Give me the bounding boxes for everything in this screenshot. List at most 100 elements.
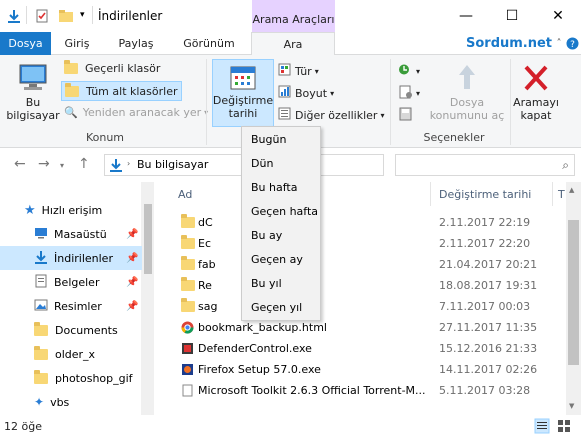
up-button[interactable]: ↑ bbox=[78, 156, 90, 172]
table-row[interactable]: fab 21.04.2017 20:21 bbox=[168, 254, 568, 275]
download-folder-icon bbox=[6, 8, 22, 24]
file-date: 15.12.2016 21:33 bbox=[439, 342, 538, 355]
size-button[interactable]: Boyut ▾ bbox=[278, 85, 334, 101]
table-row[interactable]: Microsoft Toolkit 2.6.3 Official Torrent… bbox=[168, 380, 568, 401]
sidebar-item-photoshop-gif[interactable]: photoshop_gif bbox=[0, 366, 142, 390]
chrome-icon bbox=[181, 321, 194, 337]
computer-icon bbox=[17, 63, 49, 96]
recent-locations-icon[interactable]: ▾ bbox=[60, 161, 64, 170]
navigation-pane: ★ Hızlı erişim Masaüstü 📌 İndirilenler 📌… bbox=[0, 182, 154, 415]
table-row[interactable]: Re 18.08.2017 19:31 bbox=[168, 275, 568, 296]
close-search-button[interactable]: Aramayı kapat bbox=[512, 63, 560, 122]
sidebar-item-label: Resimler bbox=[54, 299, 102, 313]
file-list: Ad Değiştirme tarihi T dC 2.11.2017 22:1… bbox=[168, 182, 568, 415]
sidebar-item-quick-access[interactable]: ★ Hızlı erişim bbox=[0, 198, 142, 222]
properties-icon[interactable] bbox=[34, 8, 50, 24]
menu-item-bu-ay[interactable]: Bu ay bbox=[251, 229, 282, 242]
sidebar-item-downloads[interactable]: İndirilenler 📌 bbox=[0, 246, 142, 270]
column-header-date[interactable]: Değiştirme tarihi bbox=[439, 188, 531, 201]
menu-item-gecen-hafta[interactable]: Geçen hafta bbox=[251, 205, 318, 218]
tab-dosya[interactable]: Dosya bbox=[0, 32, 51, 55]
pin-icon[interactable]: 📌 bbox=[126, 277, 138, 288]
sidebar-scrollbar[interactable] bbox=[142, 182, 154, 415]
download-icon bbox=[34, 250, 48, 267]
table-row[interactable]: Firefox Setup 57.0.exe 14.11.2017 02:26 bbox=[168, 359, 568, 380]
tab-gorunum[interactable]: Görünüm bbox=[174, 32, 244, 55]
sidebar-item-older-x[interactable]: older_x bbox=[0, 342, 142, 366]
collapse-ribbon-icon[interactable]: ˄ bbox=[552, 32, 566, 55]
customize-toolbar-icon[interactable]: ▾ bbox=[80, 10, 96, 26]
search-input[interactable]: ⌕ bbox=[395, 154, 575, 176]
close-button[interactable]: ✕ bbox=[535, 0, 581, 32]
file-list-scrollbar[interactable]: ▲ ▼ bbox=[566, 182, 581, 415]
file-name: bookmark_backup.html bbox=[198, 321, 327, 334]
chevron-down-icon: ▾ bbox=[380, 110, 385, 120]
column-header-type[interactable]: T bbox=[558, 188, 565, 201]
scroll-down-icon[interactable]: ▼ bbox=[569, 402, 574, 410]
red-x-icon bbox=[522, 63, 550, 96]
firefox-icon bbox=[181, 363, 194, 379]
table-row[interactable]: Ec 2.11.2017 22:20 bbox=[168, 233, 568, 254]
forward-button[interactable]: → bbox=[38, 156, 50, 172]
menu-item-bu-hafta[interactable]: Bu hafta bbox=[251, 181, 297, 194]
details-view-icon[interactable] bbox=[534, 418, 550, 437]
maximize-button[interactable]: ☐ bbox=[489, 0, 535, 32]
file-name: Microsoft Toolkit 2.6.3 Official Torrent… bbox=[198, 384, 426, 397]
menu-item-bugun[interactable]: Bugün bbox=[251, 133, 286, 146]
search-again-in-button[interactable]: 🔍 Yeniden aranacak yer ▾ bbox=[64, 106, 208, 119]
advanced-options-icon bbox=[398, 85, 414, 102]
table-row[interactable]: bookmark_backup.html 27.11.2017 11:35 bbox=[168, 317, 568, 338]
pin-icon[interactable]: 📌 bbox=[126, 301, 138, 312]
sidebar-item-documents[interactable]: Belgeler 📌 bbox=[0, 270, 142, 294]
other-properties-button[interactable]: Diğer özellikler ▾ bbox=[278, 107, 384, 123]
back-button[interactable]: ← bbox=[14, 156, 26, 172]
help-icon[interactable]: ? bbox=[565, 32, 579, 55]
search-tools-contextual-tab: Arama Araçları bbox=[252, 0, 335, 32]
breadcrumb[interactable]: Bu bilgisayar bbox=[137, 158, 208, 171]
pictures-icon bbox=[34, 299, 48, 314]
new-folder-icon[interactable] bbox=[58, 8, 74, 24]
sidebar-scroll-thumb[interactable] bbox=[144, 204, 152, 274]
pin-icon[interactable]: 📌 bbox=[126, 229, 138, 240]
pin-icon[interactable]: 📌 bbox=[126, 253, 138, 264]
advanced-options-button[interactable]: ▾ bbox=[398, 85, 420, 102]
current-folder-label: Geçerli klasör bbox=[85, 62, 161, 75]
save-search-button[interactable] bbox=[398, 107, 414, 124]
kind-button[interactable]: Tür ▾ bbox=[278, 63, 319, 79]
tab-paylas[interactable]: Paylaş bbox=[110, 32, 162, 55]
date-modified-button[interactable]: Değiştirme tarihi bbox=[212, 59, 274, 127]
table-row[interactable]: sag 7.11.2017 00:03 bbox=[168, 296, 568, 317]
open-file-location-button[interactable]: Dosya konumunu aç bbox=[428, 63, 506, 122]
sidebar-item-documents-folder[interactable]: Documents bbox=[0, 318, 142, 342]
table-row[interactable]: dC 2.11.2017 22:19 bbox=[168, 212, 568, 233]
sidebar-item-desktop[interactable]: Masaüstü 📌 bbox=[0, 222, 142, 246]
tab-ara[interactable]: Ara bbox=[251, 32, 335, 56]
sidebar-item-label: photoshop_gif bbox=[55, 371, 133, 385]
file-date: 2.11.2017 22:20 bbox=[439, 237, 531, 250]
menu-item-bu-yil[interactable]: Bu yıl bbox=[251, 277, 282, 290]
file-date: 14.11.2017 02:26 bbox=[439, 363, 538, 376]
menu-item-gecen-yil[interactable]: Geçen yıl bbox=[251, 301, 302, 314]
menu-item-dun[interactable]: Dün bbox=[251, 157, 273, 170]
item-count: 12 öğe bbox=[4, 420, 42, 433]
menu-item-gecen-ay[interactable]: Geçen ay bbox=[251, 253, 303, 266]
download-arrow-icon bbox=[109, 158, 123, 175]
minimize-button[interactable]: — bbox=[443, 0, 489, 32]
scroll-up-icon[interactable]: ▲ bbox=[569, 186, 574, 194]
recent-searches-button[interactable]: ▾ bbox=[398, 63, 420, 79]
column-header-name[interactable]: Ad bbox=[178, 188, 192, 201]
large-icons-view-icon[interactable] bbox=[556, 418, 572, 437]
sidebar-item-vbs[interactable]: ✦ vbs bbox=[0, 390, 142, 414]
chevron-down-icon: ▾ bbox=[416, 66, 421, 76]
file-date: 2.11.2017 22:19 bbox=[439, 216, 531, 229]
file-list-scroll-thumb[interactable] bbox=[568, 220, 579, 365]
table-row[interactable]: DefenderControl.exe 15.12.2016 21:33 bbox=[168, 338, 568, 359]
this-pc-button[interactable]: Bu bilgisayar bbox=[6, 63, 60, 122]
folder-icon bbox=[34, 345, 48, 360]
sidebar-item-pictures[interactable]: Resimler 📌 bbox=[0, 294, 142, 318]
all-subfolders-button[interactable]: Tüm alt klasörler bbox=[61, 81, 182, 101]
file-date: 18.08.2017 19:31 bbox=[439, 279, 538, 292]
folder-icon bbox=[181, 235, 195, 249]
current-folder-button[interactable]: Geçerli klasör bbox=[64, 60, 161, 75]
tab-giris[interactable]: Giriş bbox=[56, 32, 98, 55]
